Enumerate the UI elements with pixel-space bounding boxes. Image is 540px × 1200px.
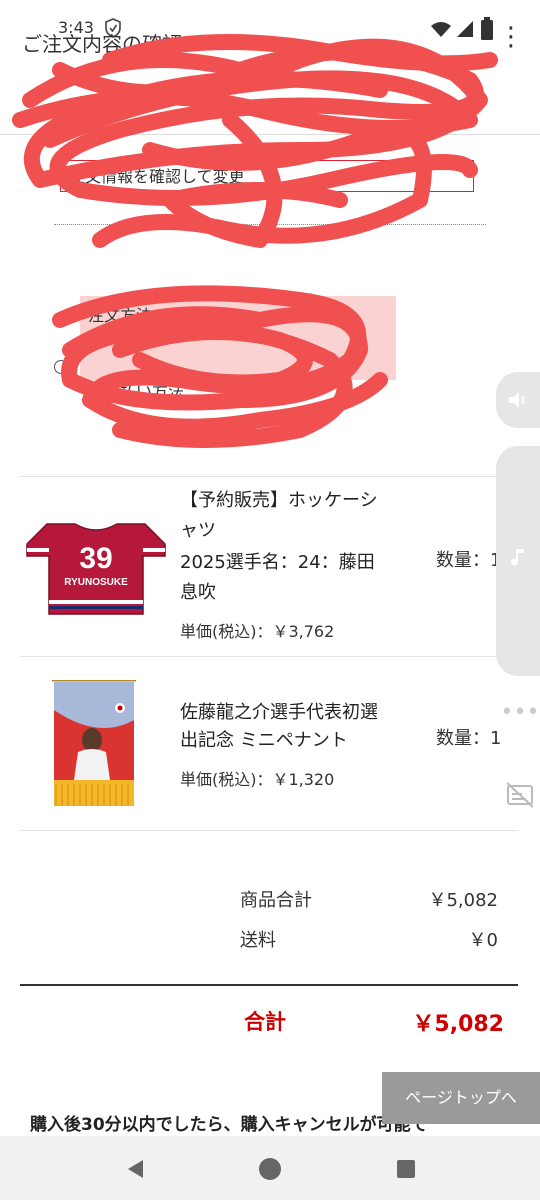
item-unit-price: 単価(税込)：￥3,762 — [180, 622, 335, 641]
item-name-line[interactable]: 出記念 ミニペナント — [180, 726, 425, 756]
page-top-button[interactable]: ページトップへ — [382, 1072, 540, 1124]
item-name-line[interactable]: ャツ — [180, 516, 425, 546]
item-divider — [20, 830, 518, 831]
dotted-divider — [54, 224, 486, 225]
jersey-name: RYUNOSUKE — [64, 577, 128, 588]
browser-top-bar — [0, 56, 540, 135]
item-name-line[interactable]: 佐藤龍之介選手代表初選 — [180, 698, 425, 728]
signal-icon — [457, 21, 473, 37]
shipping-value: ￥0 — [468, 930, 498, 951]
item-name-line[interactable]: 息吹 — [180, 578, 425, 608]
more-icon[interactable]: ••• — [498, 700, 540, 730]
menu-icon[interactable]: ⋮ — [498, 22, 524, 52]
method-label: 注文方法 — [88, 306, 153, 325]
music-icon — [511, 549, 524, 566]
method-option-label: 各支払い方法 — [88, 382, 185, 401]
change-order-info-button[interactable]: 注文情報を確認して変更 — [60, 160, 474, 192]
total-label: 合計 — [244, 1010, 286, 1034]
total-divider — [20, 984, 518, 986]
total-value: ￥5,082 — [412, 1012, 504, 1037]
music-panel[interactable] — [496, 446, 540, 676]
volume-icon[interactable] — [496, 372, 540, 428]
subtotal-label: 商品合計 — [240, 890, 312, 911]
item-name-line[interactable]: 2025選手名：24：藤田 — [180, 548, 425, 578]
recents-icon[interactable] — [394, 1157, 418, 1181]
page-title: ご注文内容の確認 — [22, 32, 182, 56]
pennant-image[interactable] — [48, 680, 140, 810]
subtotal-value: ￥5,082 — [428, 890, 498, 911]
home-icon[interactable] — [258, 1157, 282, 1181]
caption-off-icon[interactable] — [504, 780, 536, 810]
shipping-label: 送料 — [240, 930, 276, 951]
battery-icon — [481, 17, 493, 40]
item-divider — [20, 476, 518, 477]
back-icon[interactable] — [124, 1157, 148, 1181]
jersey-image[interactable]: 39 RYUNOSUKE — [25, 522, 167, 616]
method-radio[interactable] — [54, 360, 68, 374]
jersey-number: 39 — [79, 542, 112, 575]
item-name-line[interactable]: 【予約販売】ホッケーシ — [180, 486, 425, 516]
item-quantity: 数量：1 — [436, 550, 502, 571]
item-unit-price: 単価(税込)：￥1,320 — [180, 770, 335, 789]
item-quantity: 数量：1 — [436, 728, 502, 749]
wifi-icon — [431, 22, 451, 37]
item-divider — [20, 656, 518, 657]
